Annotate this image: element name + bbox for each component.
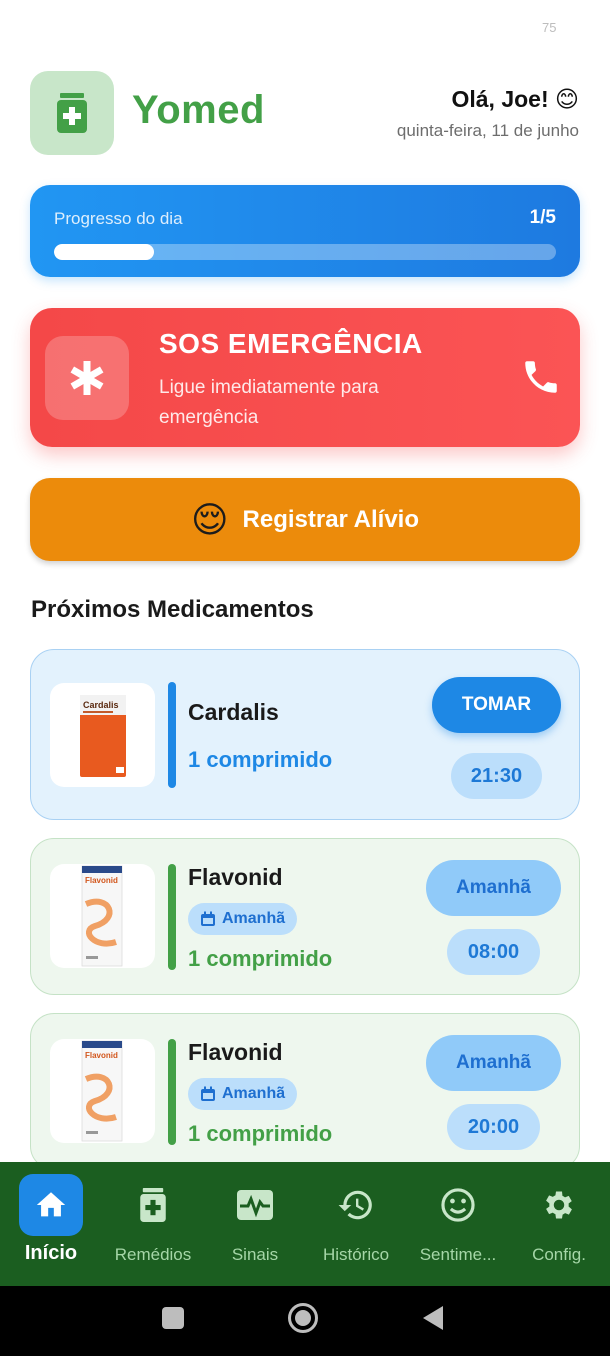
- medication-dose: 1 comprimido: [188, 946, 333, 971]
- nav-icon-wrap: [121, 1174, 185, 1236]
- nav-icon-wrap: [527, 1174, 591, 1236]
- medication-time: 20:00: [447, 1104, 540, 1150]
- tomorrow-button[interactable]: Amanhã: [426, 1035, 561, 1091]
- status-number: 75: [542, 20, 557, 35]
- nav-item-sentimentos[interactable]: Sentime...: [407, 1162, 509, 1286]
- medication-card[interactable]: Flavonid Flavonid Amanhã 1 comprimido Am…: [30, 838, 580, 995]
- medicine-icon: [140, 1188, 166, 1222]
- nav-icon-wrap: [19, 1174, 83, 1236]
- medication-card[interactable]: Flavonid Flavonid Amanhã 1 comprimido Am…: [30, 1013, 580, 1170]
- daily-progress-card: Progresso do dia 1/5: [30, 185, 580, 277]
- calendar-icon: [201, 1086, 215, 1101]
- cardalis-package-icon: Cardalis: [80, 695, 126, 777]
- medication-name: Flavonid: [188, 864, 283, 890]
- medication-name: Cardalis: [188, 699, 279, 725]
- medication-time: 21:30: [451, 753, 542, 799]
- tomorrow-chip-label: Amanhã: [222, 910, 286, 927]
- tomorrow-chip: Amanhã: [188, 1078, 298, 1110]
- medication-time: 08:00: [447, 929, 540, 975]
- nav-item-historico[interactable]: Histórico: [305, 1162, 407, 1286]
- svg-text:Flavonid: Flavonid: [85, 1051, 118, 1060]
- nav-label: Sinais: [231, 1245, 279, 1264]
- phone-icon: [525, 361, 557, 393]
- svg-text:Cardalis: Cardalis: [83, 700, 119, 710]
- section-title-upcoming-medications: Próximos Medicamentos: [31, 596, 314, 623]
- medication-accent-bar: [168, 1039, 176, 1145]
- progress-label: Progresso do dia: [54, 209, 183, 228]
- calendar-icon: [201, 911, 215, 926]
- home-icon: [36, 1192, 66, 1217]
- medication-accent-bar: [168, 682, 176, 788]
- relief-button-label: Registrar Alívio: [242, 505, 420, 533]
- mood-icon: [441, 1188, 475, 1222]
- svg-text:Flavonid: Flavonid: [85, 876, 118, 885]
- back-icon[interactable]: [421, 1305, 445, 1331]
- vitals-icon: [237, 1190, 273, 1220]
- gear-icon: [546, 1191, 572, 1219]
- nav-label: Histórico: [322, 1245, 390, 1264]
- register-relief-button[interactable]: 😌 Registrar Alívio: [30, 478, 580, 561]
- app-name: Yomed: [132, 88, 265, 132]
- medication-image: Flavonid: [50, 1039, 155, 1143]
- nav-item-remedios[interactable]: Remédios: [102, 1162, 204, 1286]
- greeting: Olá, Joe! 😊: [451, 86, 579, 112]
- medication-accent-bar: [168, 864, 176, 970]
- progress-fill: [54, 244, 155, 260]
- nav-item-config[interactable]: Config.: [508, 1162, 610, 1286]
- nav-icon-wrap: [324, 1174, 388, 1236]
- nav-label: Config.: [532, 1245, 586, 1264]
- medication-image: Flavonid: [50, 864, 155, 968]
- tomorrow-chip-label: Amanhã: [222, 1085, 286, 1102]
- tomorrow-chip: Amanhã: [188, 903, 298, 935]
- nav-item-inicio[interactable]: Início: [0, 1162, 102, 1286]
- recents-icon[interactable]: [161, 1306, 185, 1330]
- medication-dose: 1 comprimido: [188, 747, 333, 772]
- progress-track: [54, 244, 556, 260]
- bottom-navigation: Início Remédios Sinais Histórico Sentime…: [0, 1162, 610, 1286]
- nav-label: Sentime...: [419, 1245, 497, 1264]
- app-logo: [30, 71, 114, 155]
- progress-count: 1/5: [529, 207, 556, 228]
- medicine-bottle-icon: [57, 93, 87, 133]
- medication-image: Cardalis: [50, 683, 155, 787]
- medication-dose: 1 comprimido: [188, 1121, 333, 1146]
- sos-emergency-button[interactable]: SOS EMERGÊNCIA Ligue imediatamente para …: [30, 308, 580, 447]
- system-navigation-bar: [0, 1286, 610, 1356]
- nav-label: Remédios: [114, 1245, 192, 1264]
- sos-description: Ligue imediatamente para emergência: [159, 377, 379, 428]
- sos-title: SOS EMERGÊNCIA: [159, 328, 423, 359]
- nav-label: Início: [24, 1242, 78, 1264]
- relieved-face-icon: 😌: [190, 498, 229, 540]
- home-circle-icon[interactable]: [287, 1302, 319, 1334]
- sos-icon-box: [45, 336, 129, 420]
- nav-icon-wrap: [223, 1174, 287, 1236]
- flavonid-package-icon: Flavonid: [81, 865, 123, 967]
- history-icon: [338, 1190, 372, 1220]
- flavonid-package-icon: Flavonid: [81, 1040, 123, 1142]
- medication-card[interactable]: Cardalis Cardalis 1 comprimido TOMAR 21:…: [30, 649, 580, 820]
- take-medication-button[interactable]: TOMAR: [432, 677, 561, 733]
- medication-name: Flavonid: [188, 1039, 283, 1065]
- tomorrow-button[interactable]: Amanhã: [426, 860, 561, 916]
- nav-item-sinais[interactable]: Sinais: [204, 1162, 306, 1286]
- current-date: quinta-feira, 11 de junho: [396, 121, 579, 140]
- asterisk-icon: [70, 361, 104, 395]
- nav-icon-wrap: [426, 1174, 490, 1236]
